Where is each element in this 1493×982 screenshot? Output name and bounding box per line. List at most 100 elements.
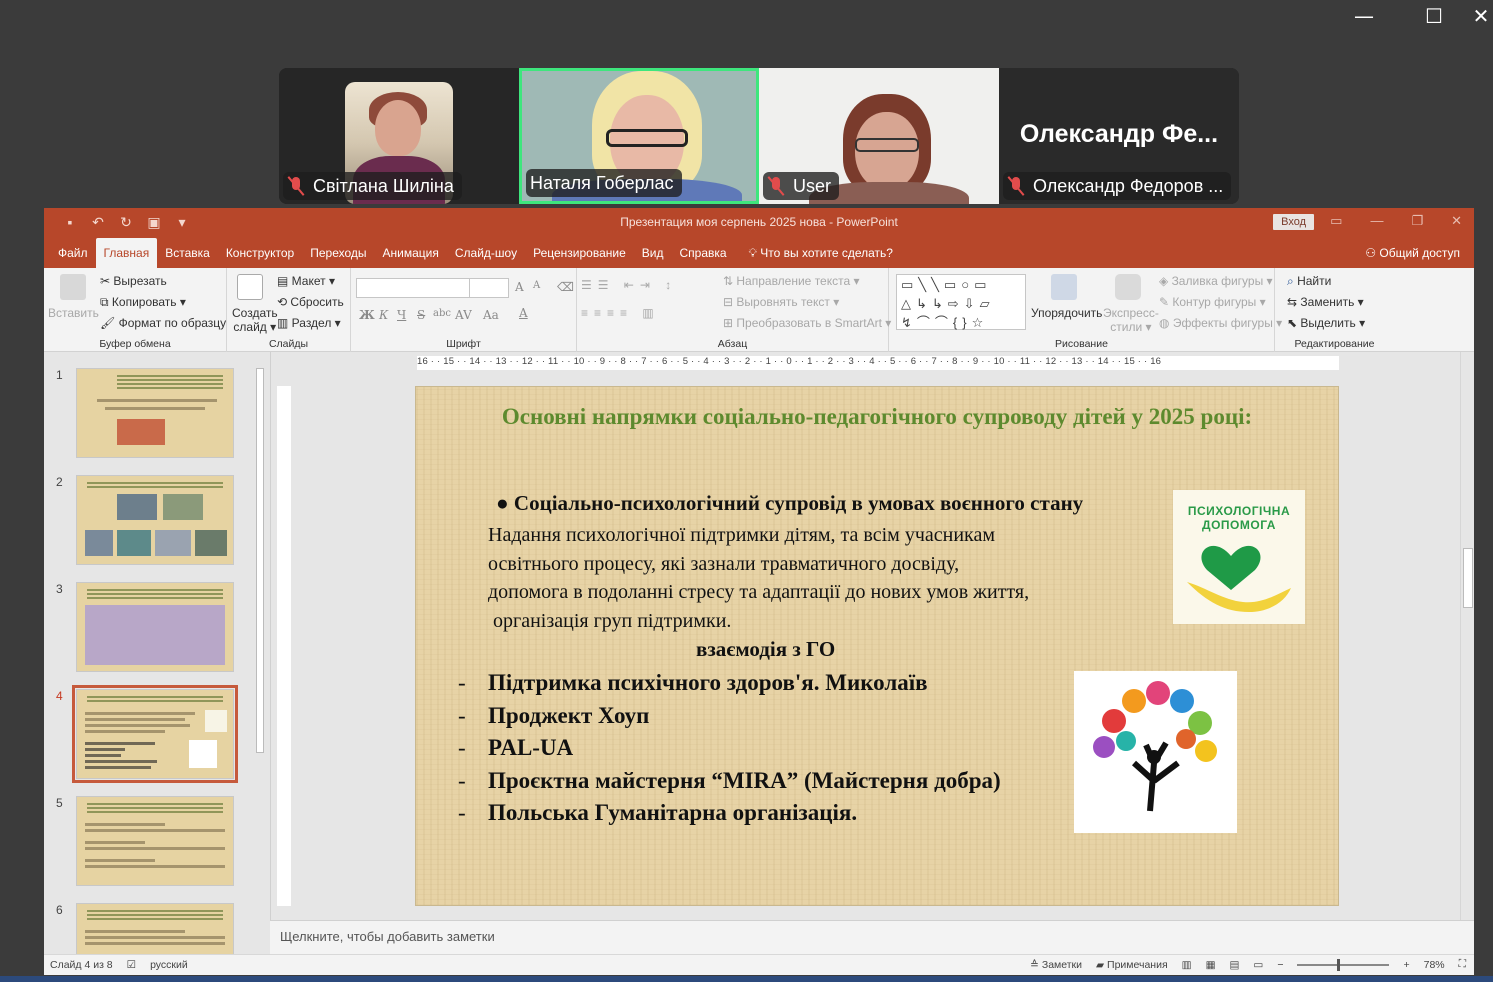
tab-home[interactable]: Главная [95, 238, 158, 268]
participant-tile[interactable]: Світлана Шиліна [279, 68, 519, 204]
bold-button[interactable]: Ж [359, 308, 375, 322]
language-indicator[interactable]: русский [150, 959, 188, 971]
normal-view-icon[interactable]: ▥ [1182, 959, 1192, 971]
clear-format-icon[interactable]: ⌫ [557, 280, 574, 294]
slide-thumbnail-selected[interactable] [72, 685, 238, 783]
tell-me-search[interactable]: 💡︎ Что вы хотите сделать? [749, 238, 893, 268]
italic-button[interactable]: К [379, 308, 388, 322]
tree-of-hands-image[interactable] [1074, 671, 1237, 833]
maximize-button[interactable]: ☐ [1399, 0, 1469, 34]
paste-button[interactable]: Вставить [48, 306, 99, 320]
new-slide-button[interactable]: Создать слайд ▾ [232, 306, 278, 334]
shadow-button[interactable]: abc [433, 308, 451, 319]
notes-pane[interactable]: Щелкните, чтобы добавить заметки [270, 920, 1474, 954]
slide-scrollbar[interactable] [1460, 352, 1474, 920]
tab-review[interactable]: Рецензирование [525, 238, 634, 268]
shrink-font-icon[interactable]: A [533, 280, 540, 291]
comments-toggle[interactable]: ▰ Примечания [1096, 959, 1168, 971]
cut-button[interactable]: ✂ Вырезать [100, 274, 167, 288]
list-buttons[interactable]: ☰☰ ⇤⇥ ↕ [581, 278, 677, 292]
tab-slideshow[interactable]: Слайд-шоу [447, 238, 525, 268]
new-slide-icon[interactable] [237, 274, 263, 300]
current-slide[interactable]: Основні напрямки соціально-педагогічного… [415, 386, 1339, 906]
ribbon-display-icon[interactable]: ▭ [1330, 213, 1342, 229]
share-button[interactable]: ⚇ Общий доступ [1365, 246, 1460, 260]
smartart-button[interactable]: ⊞ Преобразовать в SmartArt ▾ [723, 316, 891, 330]
video-strip: Світлана Шиліна Наталя Гоберлас User Оле… [279, 68, 1239, 204]
slide-thumbnail[interactable] [76, 582, 234, 672]
close-button[interactable]: ✕ [1469, 0, 1493, 34]
thumbnail-scrollbar[interactable] [254, 352, 266, 954]
strikethrough-button[interactable]: S [417, 308, 425, 322]
slide-thumbnail[interactable] [76, 368, 234, 458]
tab-help[interactable]: Справка [671, 238, 734, 268]
shape-outline-button[interactable]: ✎ Контур фигуры ▾ [1159, 295, 1266, 309]
replace-button[interactable]: ⇆ Заменить ▾ [1287, 295, 1364, 309]
participant-tile[interactable]: Олександр Фе... Олександр Федоров ... [999, 68, 1239, 204]
slide-thumbnail[interactable] [76, 903, 234, 954]
text-direction-button[interactable]: ⇅ Направление текста ▾ [723, 274, 860, 288]
font-name-combo[interactable] [356, 278, 470, 298]
slide-sorter-icon[interactable]: ▦ [1206, 959, 1216, 971]
scrollbar-thumb[interactable] [256, 368, 264, 753]
slide-thumbnail[interactable] [76, 796, 234, 886]
zoom-in-button[interactable]: + [1403, 959, 1409, 971]
slide-bullet-heading[interactable]: ● Соціально-психологічний супровід в умо… [496, 491, 1083, 516]
spellcheck-icon[interactable]: ☑ [127, 959, 136, 971]
paint-bucket-icon: ◈ [1159, 274, 1172, 288]
scrollbar-thumb[interactable] [1463, 548, 1473, 608]
reset-button[interactable]: ⟲ Сбросить [277, 295, 344, 309]
participant-tile-active-speaker[interactable]: Наталя Гоберлас [519, 68, 759, 204]
shape-fill-button[interactable]: ◈ Заливка фигуры ▾ [1159, 274, 1273, 288]
section-button[interactable]: ▥ Раздел ▾ [277, 316, 341, 330]
select-button[interactable]: ⬉ Выделить ▾ [1287, 316, 1365, 330]
minimize-icon[interactable]: — [1370, 213, 1383, 229]
slideshow-view-icon[interactable]: ▭ [1253, 959, 1263, 971]
tab-design[interactable]: Конструктор [218, 238, 302, 268]
minimize-button[interactable]: — [1329, 0, 1399, 34]
layout-button[interactable]: ▤ Макет ▾ [277, 274, 335, 288]
arrange-icon[interactable] [1051, 274, 1077, 300]
find-button[interactable]: ⌕ Найти [1287, 274, 1331, 289]
tab-transitions[interactable]: Переходы [302, 238, 374, 268]
zoom-slider[interactable] [1297, 958, 1390, 971]
change-case-button[interactable]: Aa [483, 308, 499, 322]
shape-effects-button[interactable]: ◍ Эффекты фигуры ▾ [1159, 316, 1282, 330]
char-spacing-button[interactable]: AV [455, 308, 472, 322]
underline-button[interactable]: Ч [397, 308, 406, 322]
sign-in-button[interactable]: Вход [1273, 214, 1314, 230]
quick-styles-icon[interactable] [1115, 274, 1141, 300]
reading-view-icon[interactable]: ▤ [1230, 959, 1240, 971]
fit-to-window-icon[interactable]: ⛶ [1459, 958, 1466, 971]
tab-animations[interactable]: Анимация [375, 238, 447, 268]
align-buttons[interactable]: ≡≡≡≡ ▥ [581, 306, 660, 320]
notes-toggle[interactable]: ≙ Заметки [1030, 959, 1082, 971]
paste-icon[interactable] [60, 274, 86, 300]
close-icon[interactable]: ✕ [1451, 213, 1462, 229]
quick-styles-button[interactable]: Экспресс-стили ▾ [1103, 306, 1159, 334]
ribbon: Вставить ✂ Вырезать ⧉ Копировать ▾ 🖌︎ Фо… [44, 268, 1474, 352]
format-painter-button[interactable]: 🖌︎ Формат по образцу [100, 316, 226, 330]
zoom-level[interactable]: 78% [1424, 959, 1445, 971]
slide-subheading[interactable]: взаємодія з ГО [696, 637, 835, 662]
copy-button[interactable]: ⧉ Копировать ▾ [100, 295, 186, 310]
font-size-combo[interactable] [469, 278, 509, 298]
tab-view[interactable]: Вид [634, 238, 672, 268]
font-color-button[interactable]: A [519, 306, 528, 320]
grow-font-icon[interactable]: A [515, 280, 524, 294]
slide-title[interactable]: Основні напрямки соціально-педагогічного… [476, 401, 1278, 433]
slide-thumbnail[interactable] [76, 475, 234, 565]
tab-insert[interactable]: Вставка [157, 238, 218, 268]
zoom-out-button[interactable]: − [1277, 959, 1283, 971]
align-text-button[interactable]: ⊟ Выровнять текст ▾ [723, 295, 839, 309]
psychological-help-image[interactable]: ПСИХОЛОГІЧНА ДОПОМОГА [1173, 490, 1305, 624]
align-text-icon: ⊟ [723, 295, 737, 309]
tab-file[interactable]: Файл [50, 238, 96, 268]
slide-paragraph[interactable]: Надання психологічної підтримки дітям, т… [488, 521, 1029, 635]
tree-hands-icon [1093, 681, 1217, 812]
restore-icon[interactable]: ❐ [1411, 213, 1423, 229]
shapes-gallery[interactable]: ▭╲╲▭○▭ △↳↳⇨⇩▱ ↯⌒⌒{}☆ [896, 274, 1026, 330]
ngo-list[interactable]: - Підтримка психічного здоров'я. Миколаїв… [458, 667, 1001, 830]
arrange-button[interactable]: Упорядочить [1031, 306, 1102, 320]
participant-tile[interactable]: User [759, 68, 999, 204]
